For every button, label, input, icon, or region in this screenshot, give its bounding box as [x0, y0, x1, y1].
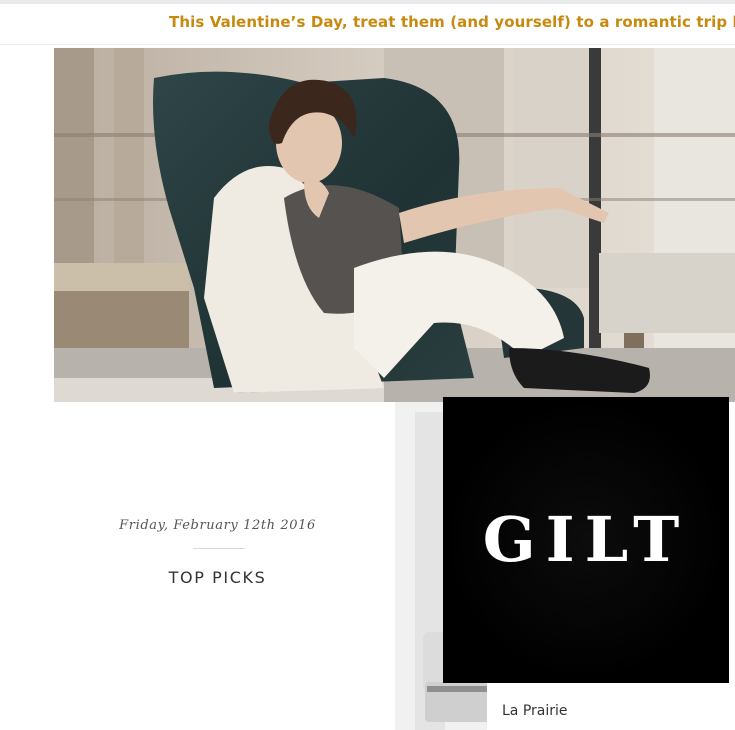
- hero-image[interactable]: [54, 48, 735, 402]
- brand-logo[interactable]: GILT: [443, 397, 729, 683]
- article-date: Friday, February 12th 2016: [119, 518, 316, 533]
- hero-photo-illustration: [54, 48, 735, 402]
- product-brand-label[interactable]: La Prairie: [502, 703, 568, 719]
- promo-banner-text[interactable]: This Valentine’s Day, treat them (and yo…: [169, 13, 735, 31]
- section-title[interactable]: TOP PICKS: [110, 568, 325, 587]
- brand-logo-text: GILT: [482, 503, 690, 576]
- promo-banner[interactable]: This Valentine’s Day, treat them (and yo…: [0, 4, 735, 45]
- product-caption[interactable]: La Prairie: [487, 683, 725, 730]
- section-divider: [193, 548, 245, 549]
